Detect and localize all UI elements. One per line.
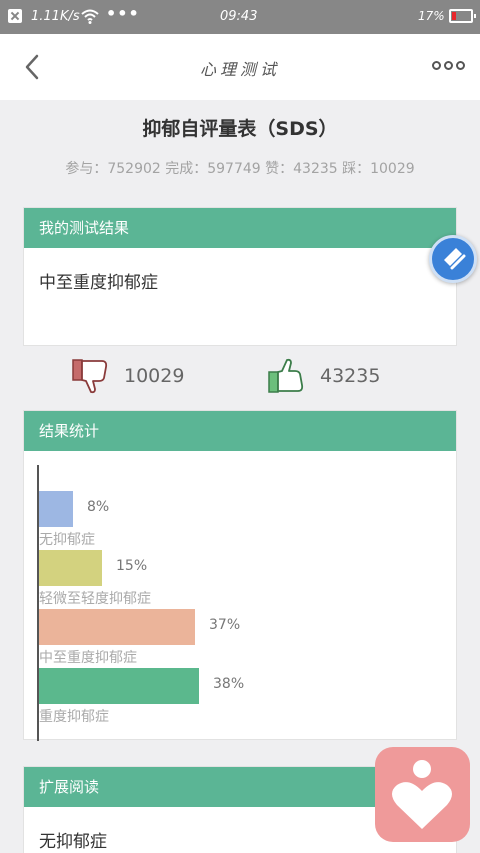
dot — [432, 61, 441, 70]
share-icon — [444, 248, 466, 270]
dot — [456, 61, 465, 70]
dot — [444, 61, 453, 70]
page-title: 抑郁自评量表（SDS） — [142, 118, 338, 140]
battery-icon — [449, 9, 476, 23]
chart-value-label: 15% — [116, 558, 148, 574]
battery-level — [452, 12, 456, 20]
chart-bar — [39, 491, 73, 527]
close-notification-icon — [8, 9, 22, 23]
stats-card-header: 结果统计 — [24, 411, 456, 451]
chart-value-label: 38% — [213, 676, 245, 692]
clock: 09:43 — [220, 9, 258, 24]
chart-value-label: 37% — [209, 617, 241, 633]
chart-category-label: 无抑郁症 — [39, 532, 95, 548]
chart-category-label: 重度抑郁症 — [39, 709, 109, 725]
network-speed: 1.11K/s — [31, 9, 80, 24]
thumbs-down-icon — [72, 359, 108, 394]
battery-percent: 17% — [418, 9, 445, 23]
share-button[interactable] — [429, 235, 477, 283]
more-dots-icon[interactable] — [432, 61, 465, 73]
chart-bar — [39, 550, 102, 586]
chart-value-label: 8% — [87, 499, 110, 515]
participation-stats: 参与：752902 完成：597749 赞：43235 踩：10029 — [65, 161, 415, 177]
like-count: 43235 — [320, 365, 381, 387]
wifi-icon — [81, 9, 99, 24]
app-shortcut-button[interactable] — [375, 747, 470, 842]
chart-bar — [39, 668, 199, 704]
dislike-button[interactable]: 10029 — [72, 358, 184, 394]
thumbs-up-icon — [268, 358, 304, 393]
nav-title: 心理测试 — [199, 60, 280, 79]
chart-category-label: 轻微至轻度抑郁症 — [39, 591, 151, 607]
chart-category-label: 中至重度抑郁症 — [39, 650, 137, 666]
result-chart: 8% 无抑郁症 15% 轻微至轻度抑郁症 37% 中至重度抑郁症 38% 重度抑郁症 — [24, 451, 456, 741]
heart-person-icon — [392, 760, 452, 829]
status-bar: 1.11K/s ••• 09:43 17% — [0, 0, 480, 34]
nav-bar: 心理测试 — [0, 34, 480, 100]
stats-card: 结果统计 8% 无抑郁症 15% 轻微至轻度抑郁症 37% 中至重度抑郁症 38% 重度抑郁症 — [23, 410, 457, 741]
vote-row: 10029 43235 — [0, 358, 480, 398]
result-card-header: 我的测试结果 — [24, 208, 456, 248]
result-card: 我的测试结果 中至重度抑郁症 — [23, 207, 457, 346]
like-button[interactable]: 43235 — [268, 358, 380, 394]
chart-bar — [39, 609, 195, 645]
result-text: 中至重度抑郁症 — [39, 273, 158, 293]
dislike-count: 10029 — [124, 365, 185, 387]
status-more-icon: ••• — [106, 4, 140, 23]
